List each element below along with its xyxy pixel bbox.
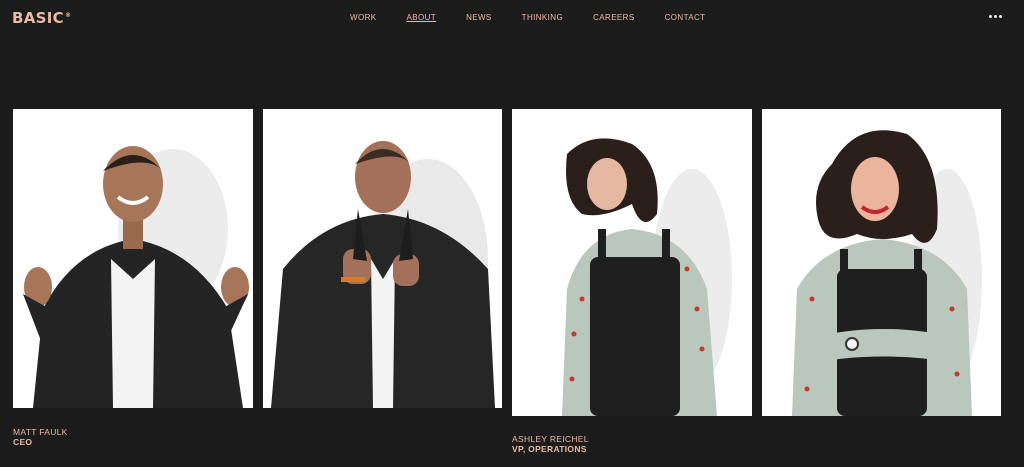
registered-mark: ® (64, 12, 72, 19)
team-caption-ashley-reichel: ASHLEY REICHEL VP, OPERATIONS (512, 434, 589, 454)
nav-item-work[interactable]: WORK (350, 13, 377, 23)
team-member-role: VP, OPERATIONS (512, 444, 587, 454)
team-photo-matt-faulk[interactable] (13, 109, 253, 408)
logo-text: BASIC (12, 9, 64, 27)
logo[interactable]: BASIC® (12, 9, 71, 27)
team-photo-2[interactable] (263, 109, 502, 408)
portrait-image (13, 109, 253, 408)
portrait-image (762, 109, 1001, 416)
portrait-image (263, 109, 502, 408)
team-photo-ashley-reichel[interactable] (512, 109, 752, 416)
nav-item-thinking[interactable]: THINKING (522, 13, 563, 23)
team-member-name: MATT FAULK (13, 427, 68, 437)
team-member-role: CEO (13, 437, 33, 447)
main-nav: WORK ABOUT NEWS THINKING CAREERS CONTACT (350, 13, 735, 23)
nav-item-contact[interactable]: CONTACT (665, 13, 706, 23)
menu-dot (999, 15, 1002, 18)
nav-item-careers[interactable]: CAREERS (593, 13, 634, 23)
portrait-image (512, 109, 752, 416)
team-member-name: ASHLEY REICHEL (512, 434, 589, 444)
more-horizontal-icon[interactable] (989, 15, 1002, 18)
nav-item-about[interactable]: ABOUT (407, 13, 437, 23)
menu-dot (989, 15, 992, 18)
nav-item-news[interactable]: NEWS (466, 13, 492, 23)
team-caption-matt-faulk: MATT FAULK CEO (13, 427, 68, 447)
team-photo-4[interactable] (762, 109, 1001, 416)
menu-dot (994, 15, 997, 18)
